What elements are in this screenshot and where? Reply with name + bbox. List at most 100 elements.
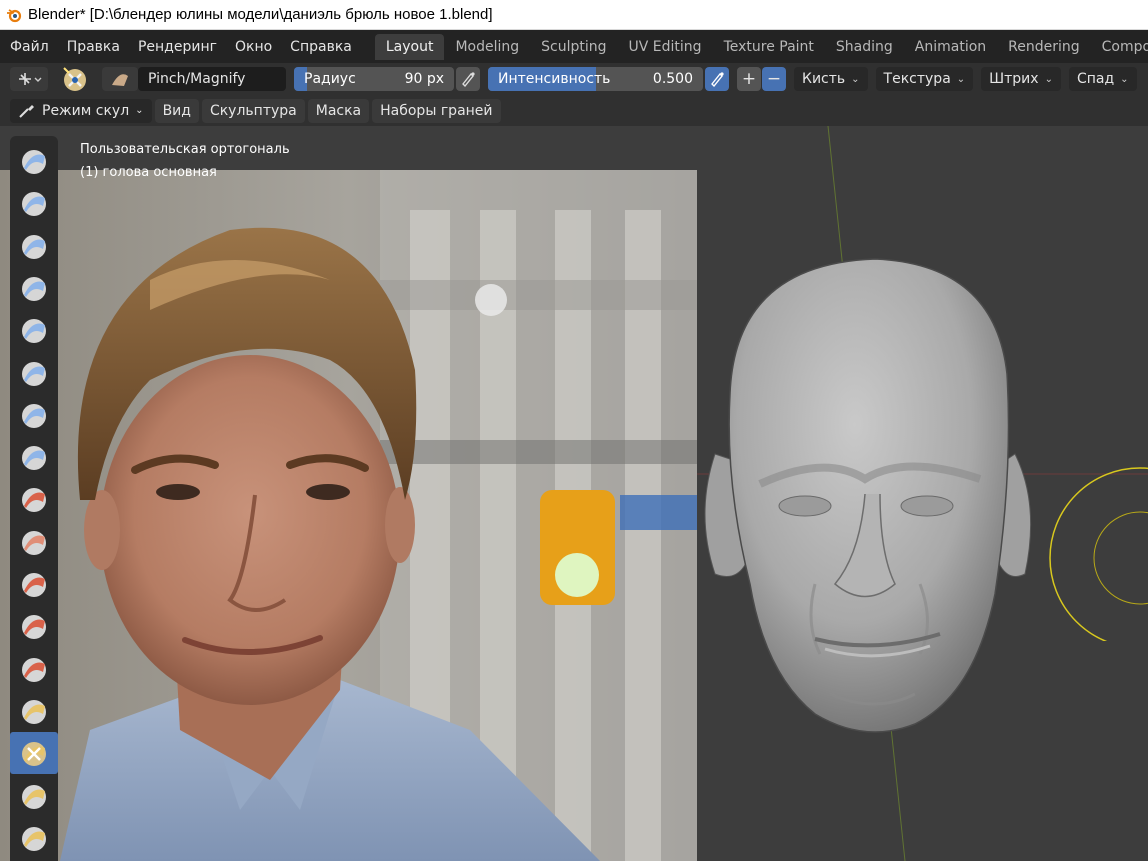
falloff-dropdown-label: Спад	[1076, 71, 1115, 87]
brush-preview-icon	[112, 74, 128, 86]
chevron-down-icon: ⌄	[135, 105, 144, 116]
stroke-dropdown[interactable]: Штрих ⌄	[981, 67, 1061, 91]
tab-sculpting[interactable]: Sculpting	[530, 34, 617, 60]
tool-draw[interactable]	[10, 140, 58, 182]
tool-multiplane-scrape[interactable]	[10, 690, 58, 732]
tool-elastic-deform[interactable]	[10, 817, 58, 859]
view-name: Пользовательская ортогональ	[80, 142, 290, 157]
strength-slider[interactable]: Интенсивность 0.500	[488, 67, 703, 91]
chevron-down-icon: ⌄	[1120, 73, 1129, 85]
clay-strips-brush-icon	[22, 276, 46, 301]
tab-layout[interactable]: Layout	[374, 33, 445, 60]
tab-modeling[interactable]: Modeling	[444, 34, 530, 60]
brush-cursor	[1049, 467, 1148, 641]
add-direction-button[interactable]: +	[737, 67, 761, 91]
strength-label: Интенсивность	[498, 71, 611, 87]
draw-sharp-brush-icon	[22, 192, 46, 217]
texture-dropdown-label: Текстура	[883, 71, 951, 87]
crease-brush-icon	[22, 488, 46, 513]
mode-header: Режим скул ⌄ Вид Скульптура Маска Наборы…	[0, 95, 1148, 126]
workspace-tabs: Layout Modeling Sculpting UV Editing Tex…	[374, 30, 1148, 63]
tool-layer[interactable]	[10, 352, 58, 394]
tab-animation[interactable]: Animation	[904, 34, 997, 60]
flatten-brush-icon	[22, 573, 46, 597]
brush-dropdown[interactable]: Кисть ⌄	[794, 67, 868, 91]
grab-brush-icon	[22, 784, 46, 809]
smooth-brush-icon	[22, 530, 46, 555]
menu-view[interactable]: Вид	[154, 98, 199, 123]
chevron-down-icon: ⌄	[851, 73, 860, 85]
tool-scrape[interactable]	[10, 648, 58, 690]
menu-mask[interactable]: Маска	[307, 98, 370, 123]
tool-clay[interactable]	[10, 225, 58, 267]
tool-blob[interactable]	[10, 436, 58, 478]
tool-pinch-magnify[interactable]	[10, 732, 58, 775]
tab-rendering[interactable]: Rendering	[997, 34, 1091, 60]
tool-clay-strips[interactable]	[10, 267, 58, 309]
strength-value: 0.500	[652, 71, 693, 87]
tool-fill[interactable]	[10, 605, 58, 647]
3d-viewport[interactable]: Пользовательская ортогональ (1) голова о…	[0, 126, 1148, 861]
object-name: (1) голова основная	[80, 165, 217, 180]
tab-shading[interactable]: Shading	[825, 34, 904, 60]
radius-label: Радиус	[304, 71, 356, 87]
tool-clay-thumb[interactable]	[10, 309, 58, 351]
elastic-deform-brush-icon	[22, 826, 46, 851]
reference-image	[0, 170, 697, 861]
radius-pressure-toggle[interactable]	[456, 67, 480, 91]
menu-file[interactable]: Файл	[0, 39, 58, 55]
stroke-dropdown-label: Штрих	[989, 71, 1039, 87]
texture-dropdown[interactable]: Текстура ⌄	[875, 67, 974, 91]
tool-draw-sharp[interactable]	[10, 182, 58, 224]
menu-face-sets[interactable]: Наборы граней	[372, 98, 501, 123]
tab-texture-paint[interactable]: Texture Paint	[713, 34, 825, 60]
sculpt-brush-icon	[19, 104, 34, 118]
pinch-magnify-brush-icon	[22, 742, 46, 767]
chevron-down-icon: ⌄	[1044, 73, 1053, 85]
tool-smooth[interactable]	[10, 521, 58, 563]
clay-thumb-brush-icon	[22, 319, 46, 344]
scrape-brush-icon	[22, 657, 46, 682]
multiplane-scrape-brush-icon	[22, 699, 46, 724]
menu-render[interactable]: Рендеринг	[129, 39, 226, 55]
top-bar: Файл Правка Рендеринг Окно Справка Layou…	[0, 30, 1148, 63]
tool-crease[interactable]	[10, 478, 58, 520]
inflate-brush-icon	[22, 403, 46, 428]
tab-uv-editing[interactable]: UV Editing	[618, 34, 713, 60]
strength-pressure-toggle[interactable]	[705, 67, 729, 91]
radius-slider[interactable]: Радиус 90 px	[294, 67, 454, 91]
active-brush-icon-button[interactable]	[60, 67, 90, 91]
falloff-dropdown[interactable]: Спад ⌄	[1068, 67, 1137, 91]
tool-grab[interactable]	[10, 775, 58, 817]
viewport-info-overlay: Пользовательская ортогональ (1) голова о…	[80, 138, 290, 184]
menu-edit[interactable]: Правка	[58, 39, 129, 55]
menu-window[interactable]: Окно	[226, 39, 281, 55]
draw-brush-icon	[22, 150, 46, 174]
pressure-pen-icon	[462, 72, 475, 87]
brush-name-field[interactable]: Pinch/Magnify	[138, 67, 286, 91]
window-title: Blender* [D:\блендер юлины модели\даниэл…	[28, 6, 493, 23]
tool-settings-button[interactable]	[10, 67, 48, 91]
blender-logo-icon	[7, 8, 22, 22]
menu-help[interactable]: Справка	[281, 39, 361, 55]
radius-value: 90 px	[404, 71, 444, 87]
chevron-down-icon: ⌄	[956, 73, 966, 85]
sculpt-toolbar	[10, 136, 58, 861]
brush-dropdown-label: Кисть	[802, 71, 846, 87]
menu-sculpt[interactable]: Скульптура	[201, 98, 305, 123]
pressure-pen-icon	[711, 72, 724, 87]
mode-label: Режим скул	[42, 102, 130, 119]
pinch-brush-icon	[63, 67, 86, 91]
window-title-bar: Blender* [D:\блендер юлины модели\даниэл…	[0, 0, 1148, 30]
tool-header: Pinch/Magnify Радиус 90 px Интенсивность…	[0, 63, 1148, 95]
brush-preview-button[interactable]	[102, 67, 138, 91]
snap-tool-icon	[19, 73, 42, 85]
mode-selector[interactable]: Режим скул ⌄	[10, 98, 152, 123]
blob-brush-icon	[22, 446, 46, 471]
clay-brush-icon	[22, 234, 46, 259]
tab-compositing[interactable]: Compositing	[1091, 34, 1148, 60]
tool-flatten[interactable]	[10, 563, 58, 605]
subtract-direction-button[interactable]: −	[762, 67, 786, 91]
layer-brush-icon	[22, 361, 46, 386]
tool-inflate[interactable]	[10, 394, 58, 436]
